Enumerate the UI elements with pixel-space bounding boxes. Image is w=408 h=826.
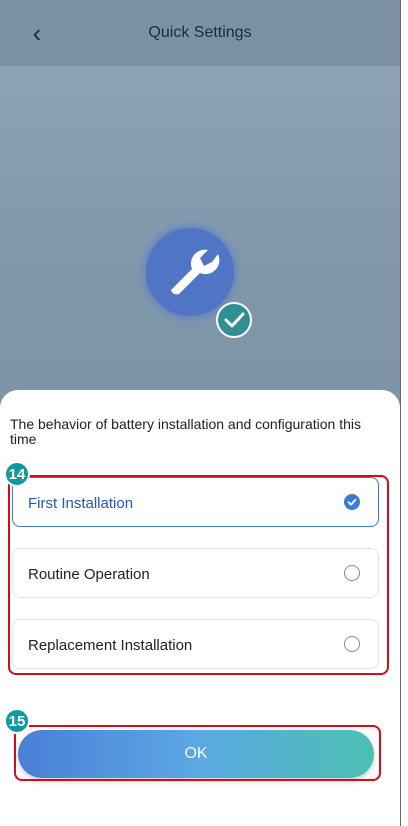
app-screen: ‹ Quick Settings The behavior of battery… — [0, 0, 401, 826]
nav-bar: ‹ Quick Settings — [0, 0, 400, 66]
ok-highlight-box — [14, 725, 381, 781]
step-badge-15: 15 — [4, 708, 30, 734]
options-highlight-box — [8, 475, 389, 675]
page-margin — [401, 0, 408, 826]
wrench-check-icon — [134, 216, 252, 338]
step-badge-14: 14 — [4, 461, 30, 487]
sheet-title: The behavior of battery installation and… — [10, 416, 361, 447]
page-title: Quick Settings — [148, 24, 252, 41]
